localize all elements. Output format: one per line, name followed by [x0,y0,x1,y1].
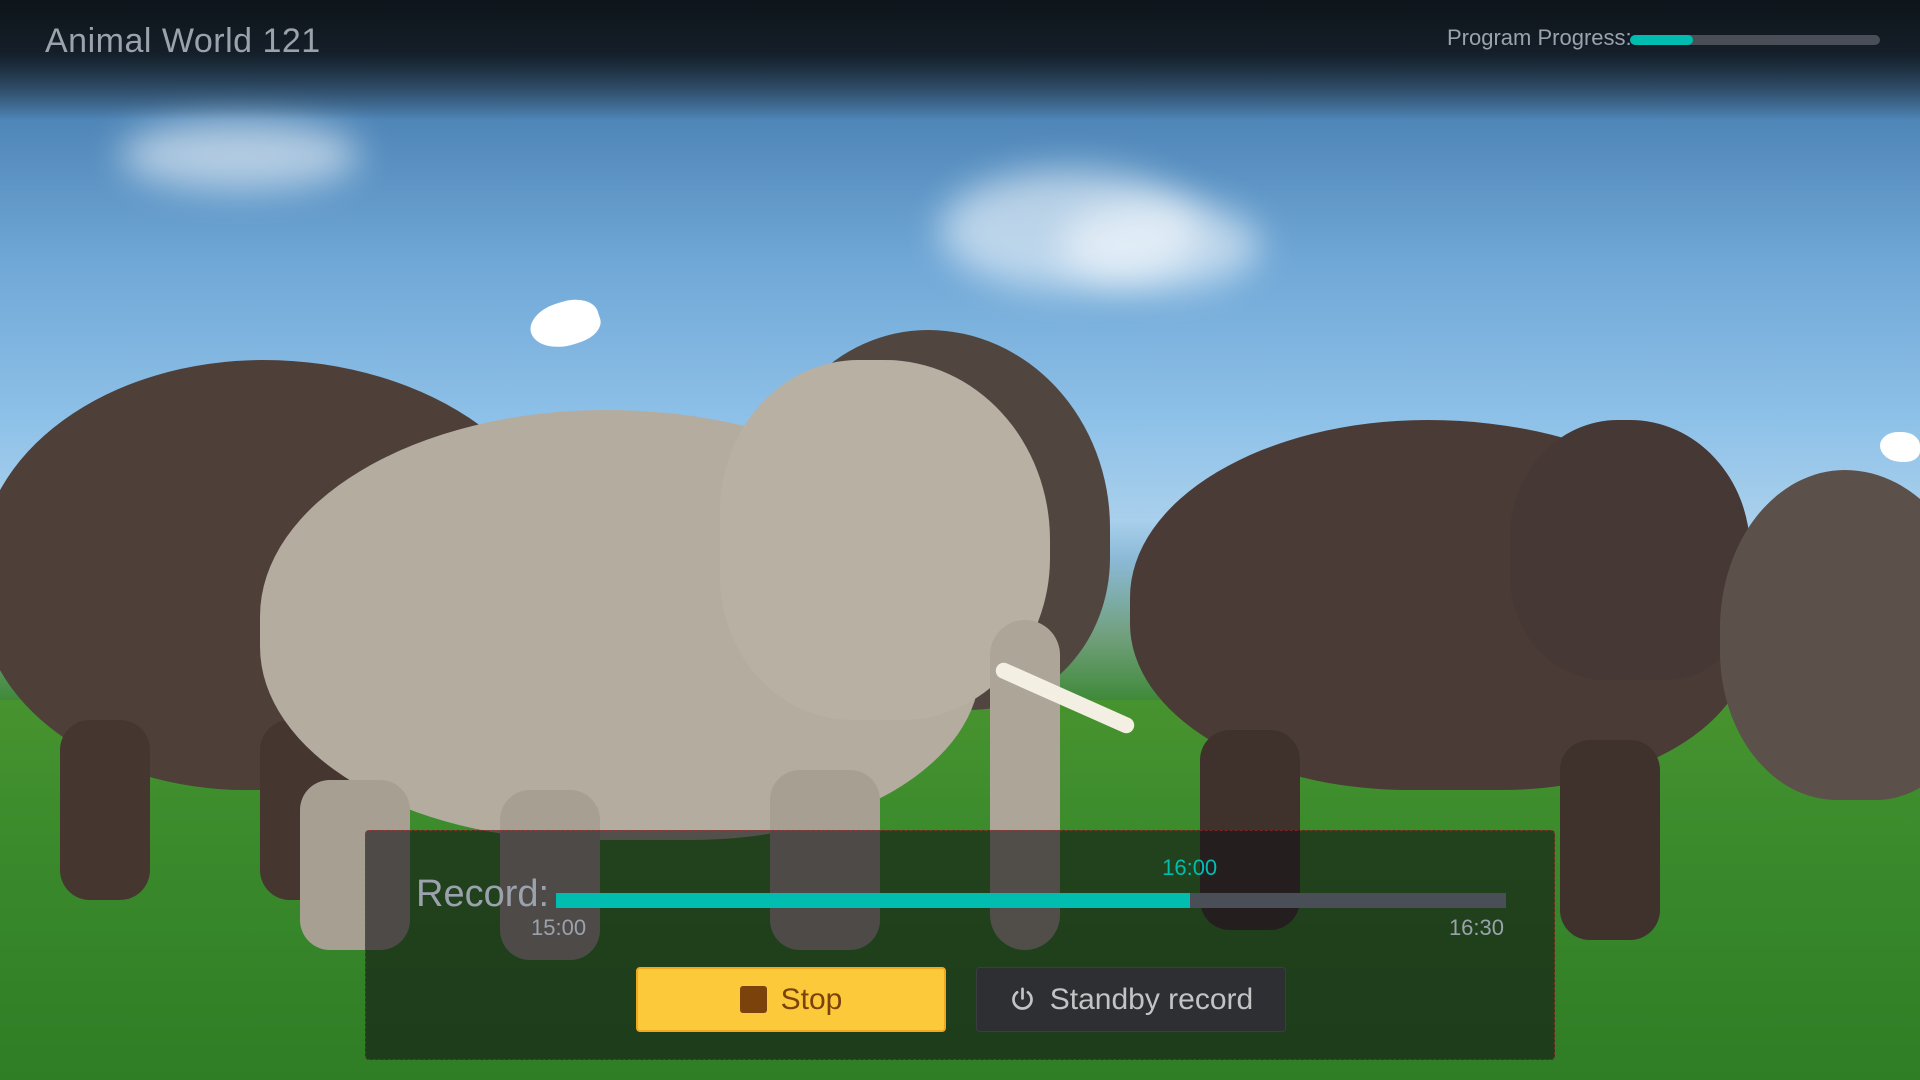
record-current-time: 16:00 [1162,855,1218,880]
record-progress-bar [556,893,1506,908]
standby-record-button[interactable]: Standby record [976,967,1286,1032]
stop-square-icon [739,986,767,1013]
channel-title: Animal World 121 [45,22,321,60]
standby-record-button-label: Standby record [1049,982,1254,1016]
record-label: Record: [416,873,550,915]
tv-screen: Animal World 121 Program Progress: Recor… [0,0,1920,1080]
record-end-time: 16:30 [1448,915,1504,940]
program-progress-fill [1630,35,1693,45]
program-progress-bar [1630,35,1880,45]
stop-button[interactable]: Stop [636,967,946,1032]
record-progress-fill [556,893,1190,908]
program-progress-label: Program Progress: [1447,25,1632,50]
record-start-time: 15:00 [531,915,587,940]
power-icon [1011,987,1033,1010]
stop-button-label: Stop [780,982,843,1016]
record-panel: Record: 15:00 16:00 16:30 Stop Standby r… [365,830,1555,1060]
